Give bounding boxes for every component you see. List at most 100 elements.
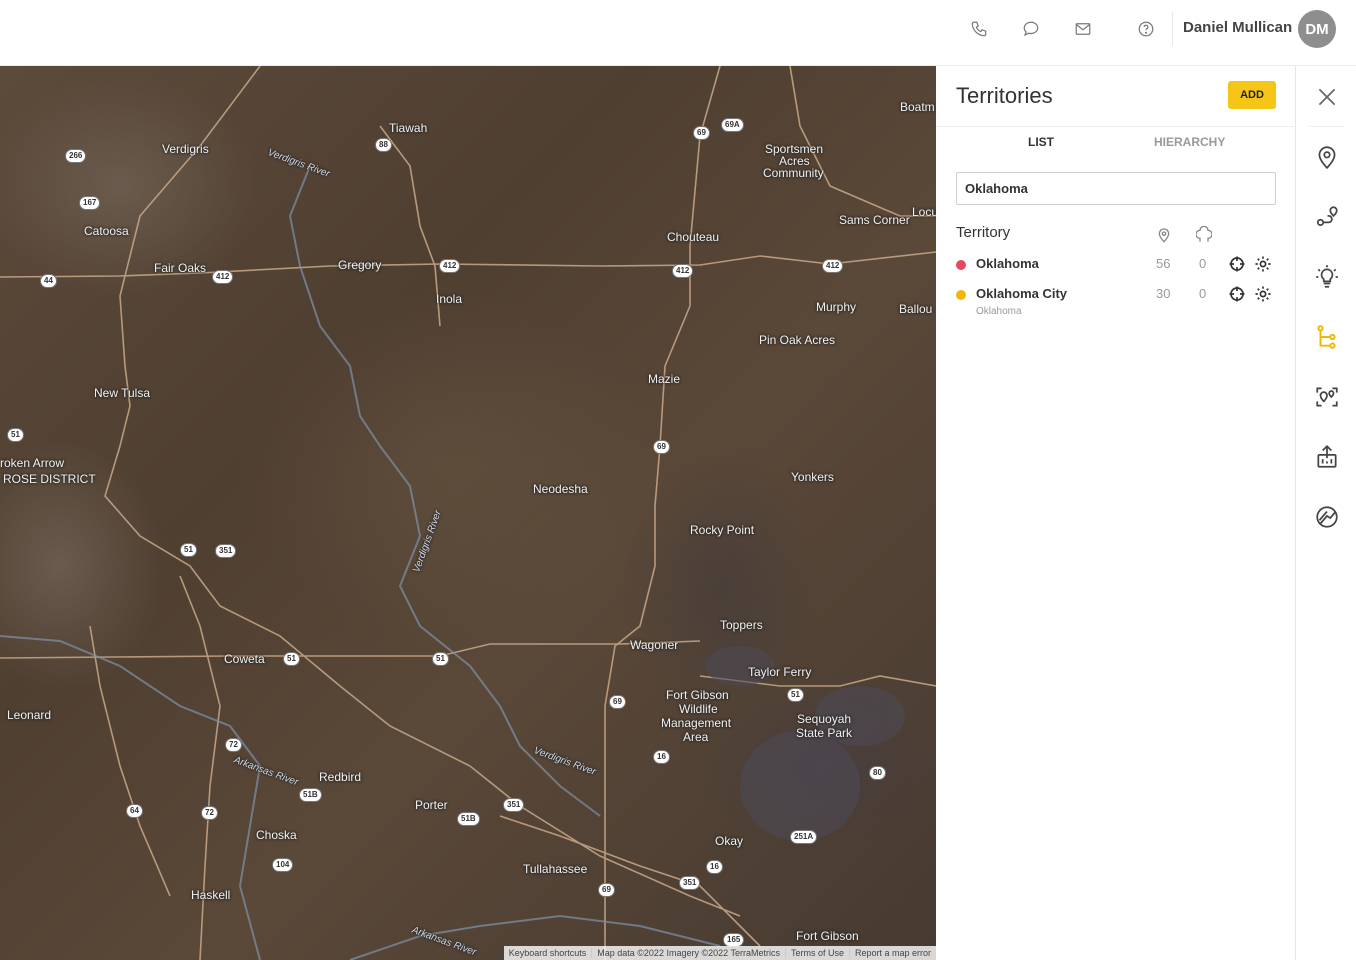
hierarchy-icon[interactable]: [1314, 324, 1340, 350]
close-icon[interactable]: [1314, 84, 1340, 110]
highway-shield: 412: [212, 270, 234, 284]
map-attribution: Keyboard shortcuts Map data ©2022 Imager…: [503, 946, 936, 960]
map-place-label: New Tulsa: [94, 386, 151, 400]
satellite-map[interactable]: Tiawah Verdigris Catoosa Fair Oaks Gregory In…: [0, 66, 936, 960]
map-place-label: Verdigris: [162, 142, 209, 156]
highway-shield: 51: [7, 428, 24, 442]
add-button[interactable]: ADD: [1228, 81, 1276, 109]
map-place-label: Toppers: [720, 618, 763, 632]
map-data-credit: Map data ©2022 Imagery ©2022 TerraMetric…: [591, 948, 785, 958]
gear-icon[interactable]: [1254, 285, 1272, 303]
highway-shield: 167: [79, 196, 101, 210]
highway-shield: 104: [272, 858, 294, 872]
lightbulb-icon[interactable]: [1314, 264, 1340, 290]
highway-shield: 51: [432, 652, 449, 666]
map-place-label: Fair Oaks: [154, 261, 207, 275]
location-pin-icon[interactable]: [1314, 144, 1340, 170]
map-place-label: Chouteau: [667, 230, 720, 244]
map-place-label: Catoosa: [84, 224, 129, 238]
highway-shield: 266: [65, 149, 87, 163]
map-place-label: ROSE DISTRICT: [3, 472, 96, 486]
keyboard-shortcuts-link[interactable]: Keyboard shortcuts: [504, 948, 592, 958]
map-place-label: Wagoner: [630, 638, 679, 652]
terms-of-use-link[interactable]: Terms of Use: [784, 948, 849, 958]
territory-color-dot: [956, 260, 966, 270]
map-place-label: Rocky Point: [690, 523, 755, 537]
divider: [1172, 12, 1173, 46]
map-place-label: Choska: [256, 828, 297, 842]
territory-name[interactable]: Oklahoma City: [976, 286, 1067, 301]
map-place-label: Gregory: [338, 258, 382, 272]
map-place-label: Management: [661, 716, 732, 730]
highway-shield: 351: [503, 798, 525, 812]
map-place-label: Tiawah: [389, 121, 428, 135]
phone-icon[interactable]: [968, 18, 990, 40]
map-place-label: Sams Corner: [839, 213, 910, 227]
territories-panel: Territories ADD LIST HIERARCHY Territory…: [936, 66, 1296, 960]
divider: [1309, 126, 1344, 127]
highway-shield: 51B: [457, 812, 480, 826]
highway-shield: 80: [869, 766, 886, 780]
highway-shield: 412: [672, 264, 694, 278]
map-place-label: Mazie: [648, 372, 681, 386]
rep-count: 0: [1199, 256, 1207, 271]
gear-icon[interactable]: [1254, 255, 1272, 273]
top-bar: Daniel Mullican DM: [0, 0, 1356, 66]
right-rail: [1297, 66, 1356, 960]
highway-shield: 44: [40, 274, 57, 288]
divider: [936, 126, 1296, 127]
search-input[interactable]: [956, 172, 1276, 205]
tab-list[interactable]: LIST: [1028, 135, 1054, 149]
panel-title: Territories: [956, 83, 1053, 108]
map-place-label: Locu: [912, 205, 936, 219]
map-place-label: Community: [763, 166, 824, 180]
map-place-label: Yonkers: [791, 470, 834, 484]
map-place-label: Inola: [436, 292, 463, 306]
chat-icon[interactable]: [1020, 18, 1042, 40]
route-icon[interactable]: [1314, 204, 1340, 230]
upload-icon[interactable]: [1314, 444, 1340, 470]
map-place-label: Redbird: [319, 770, 362, 784]
map-place-label: Fort Gibson: [666, 688, 729, 702]
rep-icon: [1195, 225, 1213, 244]
map-place-label: Taylor Ferry: [748, 665, 812, 679]
highway-shield: 51: [283, 652, 300, 666]
highway-shield: 51: [180, 543, 197, 557]
highway-shield: 69: [609, 695, 626, 709]
highway-shield: 72: [201, 806, 218, 820]
highway-shield: 165: [723, 933, 745, 947]
highway-shield: 69: [653, 440, 670, 454]
location-count: 30: [1156, 286, 1171, 301]
territory-parent: Oklahoma: [976, 306, 1022, 317]
highway-shield: 351: [215, 544, 237, 558]
analytics-icon[interactable]: [1314, 504, 1340, 530]
map-place-label: Fort Gibson: [796, 929, 859, 943]
map-place-label: Ballou: [899, 302, 933, 316]
help-icon[interactable]: [1135, 18, 1157, 40]
map-place-label: Porter: [415, 798, 448, 812]
highway-shield: 69: [693, 126, 710, 140]
location-pin-icon: [1156, 226, 1172, 244]
highway-shield: 88: [375, 138, 392, 152]
avatar[interactable]: DM: [1298, 10, 1336, 48]
rep-count: 0: [1199, 286, 1207, 301]
user-name[interactable]: Daniel Mullican: [1183, 19, 1292, 36]
highway-shield: 51: [787, 688, 804, 702]
map-place-label: roken Arrow: [0, 456, 65, 470]
map-place-label: Coweta: [224, 652, 265, 666]
highway-shield: 69A: [721, 118, 744, 132]
tab-hierarchy[interactable]: HIERARCHY: [1154, 135, 1225, 149]
map-place-label: Haskell: [191, 888, 231, 902]
map-place-label: Sequoyah: [797, 712, 852, 726]
crosshair-icon[interactable]: [1228, 285, 1246, 303]
report-map-error-link[interactable]: Report a map error: [848, 948, 936, 958]
map-place-label: Okay: [715, 834, 744, 848]
mail-icon[interactable]: [1072, 18, 1094, 40]
territory-name[interactable]: Oklahoma: [976, 256, 1039, 271]
territory-color-dot: [956, 290, 966, 300]
highway-shield: 64: [126, 804, 143, 818]
territory-pins-icon[interactable]: [1314, 384, 1340, 410]
map-place-label: Pin Oak Acres: [759, 333, 836, 347]
highway-shield: 72: [225, 738, 242, 752]
crosshair-icon[interactable]: [1228, 255, 1246, 273]
